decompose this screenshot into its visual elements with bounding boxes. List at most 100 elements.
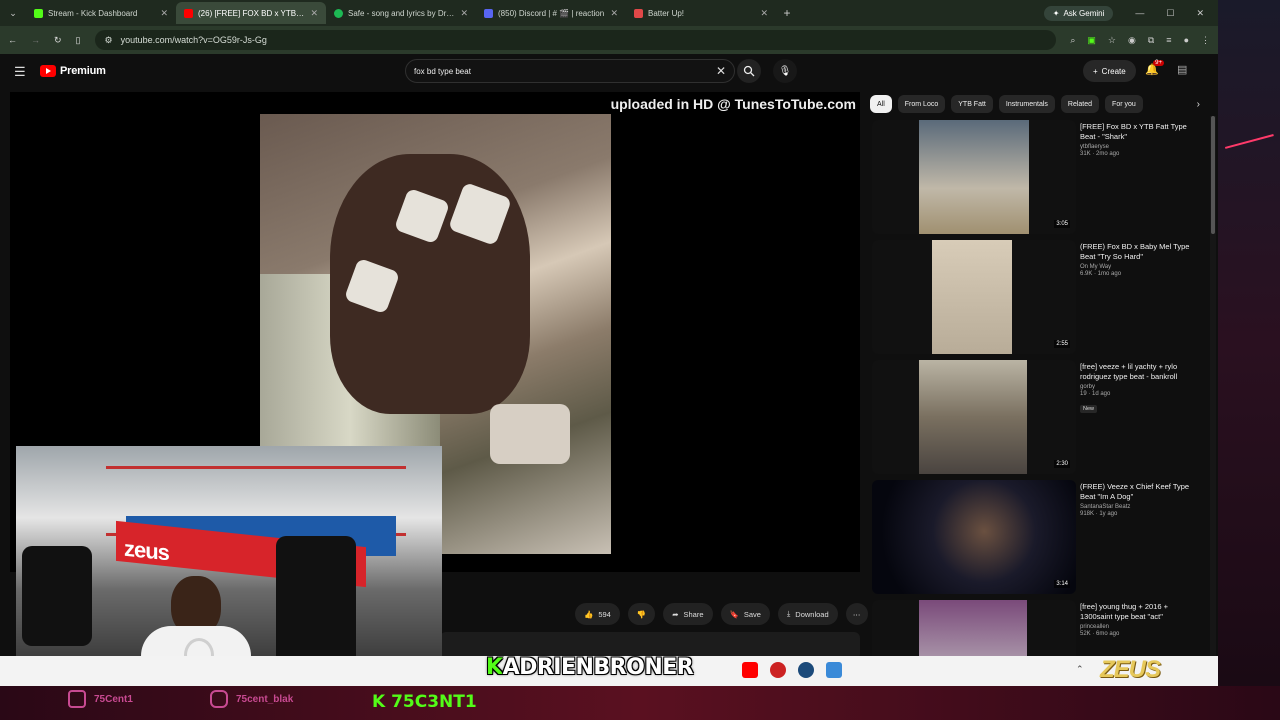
video-thumbnail[interactable]: 2:30 bbox=[872, 360, 1076, 474]
recommendation-item[interactable]: 3:05 [FREE] Fox BD x YTB Fatt Type Beat … bbox=[870, 120, 1205, 240]
chip-ytb-fatt[interactable]: YTB Fatt bbox=[951, 95, 993, 113]
more-actions-button[interactable]: ⋯ bbox=[845, 603, 868, 625]
new-tab-button[interactable]: + bbox=[776, 6, 798, 20]
app-icon[interactable] bbox=[826, 662, 842, 678]
page-scrollbar[interactable] bbox=[1210, 116, 1216, 716]
save-button[interactable]: 🔖 Save bbox=[720, 603, 770, 625]
tab-close-icon[interactable]: ✕ bbox=[160, 8, 168, 19]
tab-kick-dashboard[interactable]: Stream - Kick Dashboard ✕ bbox=[26, 2, 176, 24]
menu-icon[interactable]: ☰ bbox=[14, 64, 26, 80]
channel-name[interactable]: SantanaStar Beatz bbox=[1080, 504, 1200, 510]
bookmark-star-icon[interactable]: ☆ bbox=[1108, 35, 1116, 46]
tab-close-icon[interactable]: ✕ bbox=[460, 8, 468, 19]
video-title[interactable]: [free] veeze + lil yachty + rylo rodrigu… bbox=[1080, 362, 1200, 382]
thumbnail-image bbox=[919, 360, 1027, 474]
zoom-icon[interactable]: ⌕ bbox=[1070, 35, 1075, 46]
share-button[interactable]: ➦ Share bbox=[663, 603, 713, 625]
channel-name[interactable]: princeallen bbox=[1080, 624, 1200, 630]
tray-chevron-icon[interactable]: ⌃ bbox=[1076, 664, 1084, 675]
video-title[interactable]: [FREE] Fox BD x YTB Fatt Type Beat - "Sh… bbox=[1080, 122, 1200, 142]
notifications-button[interactable]: 🔔 9+ bbox=[1145, 60, 1164, 79]
twitch-name: 75Cent1 bbox=[94, 693, 133, 705]
extension-icon[interactable]: ▣ bbox=[1087, 35, 1096, 46]
tab-close-icon[interactable]: ✕ bbox=[310, 8, 318, 19]
recommendations-list: 3:05 [FREE] Fox BD x YTB Fatt Type Beat … bbox=[870, 120, 1205, 720]
app-icon[interactable] bbox=[770, 662, 786, 678]
video-title[interactable]: (FREE) Veeze x Chief Keef Type Beat "Im … bbox=[1080, 482, 1200, 502]
ask-gemini-label: Ask Gemini bbox=[1063, 8, 1105, 18]
download-label: Download bbox=[795, 609, 829, 619]
chip-related[interactable]: Related bbox=[1060, 95, 1100, 113]
channel-name[interactable]: gorby bbox=[1080, 384, 1200, 390]
tab-batter-up[interactable]: Batter Up! ✕ bbox=[626, 2, 776, 24]
video-title[interactable]: (FREE) Fox BD x Baby Mel Type Beat "Try … bbox=[1080, 242, 1200, 262]
youtube-app-icon[interactable] bbox=[742, 662, 758, 678]
streamer-name-overlay: KADRIENBRONER bbox=[486, 655, 694, 680]
tab-youtube-video[interactable]: (26) [FREE] FOX BD x YTB FATT ✕ bbox=[176, 2, 326, 24]
tab-discord[interactable]: (850) Discord | # 🎬 | reaction ✕ bbox=[476, 2, 626, 24]
chip-instrumentals[interactable]: Instrumentals bbox=[998, 95, 1055, 113]
account-avatar[interactable]: ▤ bbox=[1177, 63, 1195, 79]
video-actions: 👍 594 👎 ➦ Share 🔖 Save ⤓ Download ⋯ bbox=[575, 603, 868, 625]
clear-search-icon[interactable]: ✕ bbox=[716, 64, 726, 78]
back-icon[interactable]: ← bbox=[8, 35, 17, 45]
forward-icon[interactable]: → bbox=[31, 35, 40, 45]
create-button[interactable]: + Create bbox=[1083, 60, 1136, 82]
kick-handle: K 75C3NT1 bbox=[372, 692, 477, 712]
site-info-icon[interactable]: ⚙ bbox=[105, 35, 113, 46]
video-duration: 2:55 bbox=[1054, 340, 1070, 348]
logo-text: Premium bbox=[60, 65, 106, 77]
video-stats: 6.9K · 1mo ago bbox=[1080, 271, 1122, 277]
spotify-favicon-icon bbox=[334, 8, 343, 18]
plus-icon: + bbox=[1093, 66, 1098, 76]
recommendation-item[interactable]: 2:55 (FREE) Fox BD x Baby Mel Type Beat … bbox=[870, 240, 1205, 360]
steam-icon[interactable] bbox=[798, 662, 814, 678]
video-thumbnail[interactable]: 2:55 bbox=[872, 240, 1076, 354]
dislike-button[interactable]: 👎 bbox=[627, 603, 656, 625]
video-title[interactable]: [free] young thug + 2016 + 1300saint typ… bbox=[1080, 602, 1200, 622]
tab-search-chevron-icon[interactable]: ⌄ bbox=[0, 8, 26, 19]
twitch-icon bbox=[68, 690, 86, 708]
reload-icon[interactable]: ↻ bbox=[54, 35, 62, 46]
like-button[interactable]: 👍 594 bbox=[575, 603, 620, 625]
channel-name[interactable]: ytbflaeryse bbox=[1080, 144, 1200, 150]
profile-icon[interactable]: ◉ bbox=[1128, 35, 1136, 46]
url-field[interactable]: ⚙ youtube.com/watch?v=OG59r-Js-Gg bbox=[94, 30, 1057, 50]
chevron-right-icon[interactable]: › bbox=[1197, 99, 1200, 110]
tab-close-icon[interactable]: ✕ bbox=[760, 8, 768, 19]
voice-search-button[interactable]: 🎙 bbox=[773, 59, 797, 83]
extensions-puzzle-icon[interactable]: ⧉ bbox=[1148, 35, 1154, 46]
channel-name[interactable]: On My Way bbox=[1080, 264, 1200, 270]
close-window-icon[interactable]: ✕ bbox=[1196, 8, 1204, 19]
ask-gemini-button[interactable]: ✦ Ask Gemini bbox=[1043, 5, 1114, 21]
download-button[interactable]: ⤓ Download bbox=[777, 603, 838, 625]
chip-all[interactable]: All bbox=[870, 95, 892, 113]
youtube-logo[interactable]: Premium bbox=[40, 65, 106, 77]
instagram-handle: 75cent_blak bbox=[210, 690, 293, 708]
recommendation-item[interactable]: 3:14 (FREE) Veeze x Chief Keef Type Beat… bbox=[870, 480, 1205, 600]
window-controls: — ☐ ✕ bbox=[1113, 8, 1218, 19]
bookmark-icon: 🔖 bbox=[729, 609, 739, 619]
search-input[interactable]: fox bd type beat ✕ bbox=[405, 59, 735, 83]
video-thumbnail[interactable]: 3:05 bbox=[872, 120, 1076, 234]
more-menu-icon[interactable]: ⋮ bbox=[1201, 35, 1210, 46]
twitch-handle: 75Cent1 bbox=[68, 690, 133, 708]
video-thumbnail[interactable]: 3:14 bbox=[872, 480, 1076, 594]
video-meta: [FREE] Fox BD x YTB Fatt Type Beat - "Sh… bbox=[1080, 122, 1200, 157]
media-icon[interactable]: ≡ bbox=[1166, 35, 1171, 46]
video-duration: 2:30 bbox=[1054, 460, 1070, 468]
tab-label: (26) [FREE] FOX BD x YTB FATT bbox=[198, 8, 306, 18]
minimize-icon[interactable]: — bbox=[1135, 8, 1144, 19]
avatar[interactable]: ● bbox=[1184, 35, 1189, 46]
search-button[interactable] bbox=[737, 59, 761, 83]
maximize-icon[interactable]: ☐ bbox=[1166, 8, 1174, 19]
tab-spotify-song[interactable]: Safe - song and lyrics by Drü C ✕ bbox=[326, 2, 476, 24]
recommendation-item[interactable]: 2:30 [free] veeze + lil yachty + rylo ro… bbox=[870, 360, 1205, 480]
side-panel-icon[interactable]: ▯ bbox=[76, 35, 81, 46]
chip-for-you[interactable]: For you bbox=[1105, 95, 1143, 113]
streamer-name: ADRIENBRONER bbox=[502, 655, 694, 680]
scrollbar-thumb[interactable] bbox=[1211, 116, 1215, 234]
tab-close-icon[interactable]: ✕ bbox=[610, 8, 618, 19]
youtube-header: ☰ Premium fox bd type beat ✕ 🎙 + Create … bbox=[0, 54, 1210, 90]
chip-from-loco[interactable]: From Loco bbox=[897, 95, 946, 113]
